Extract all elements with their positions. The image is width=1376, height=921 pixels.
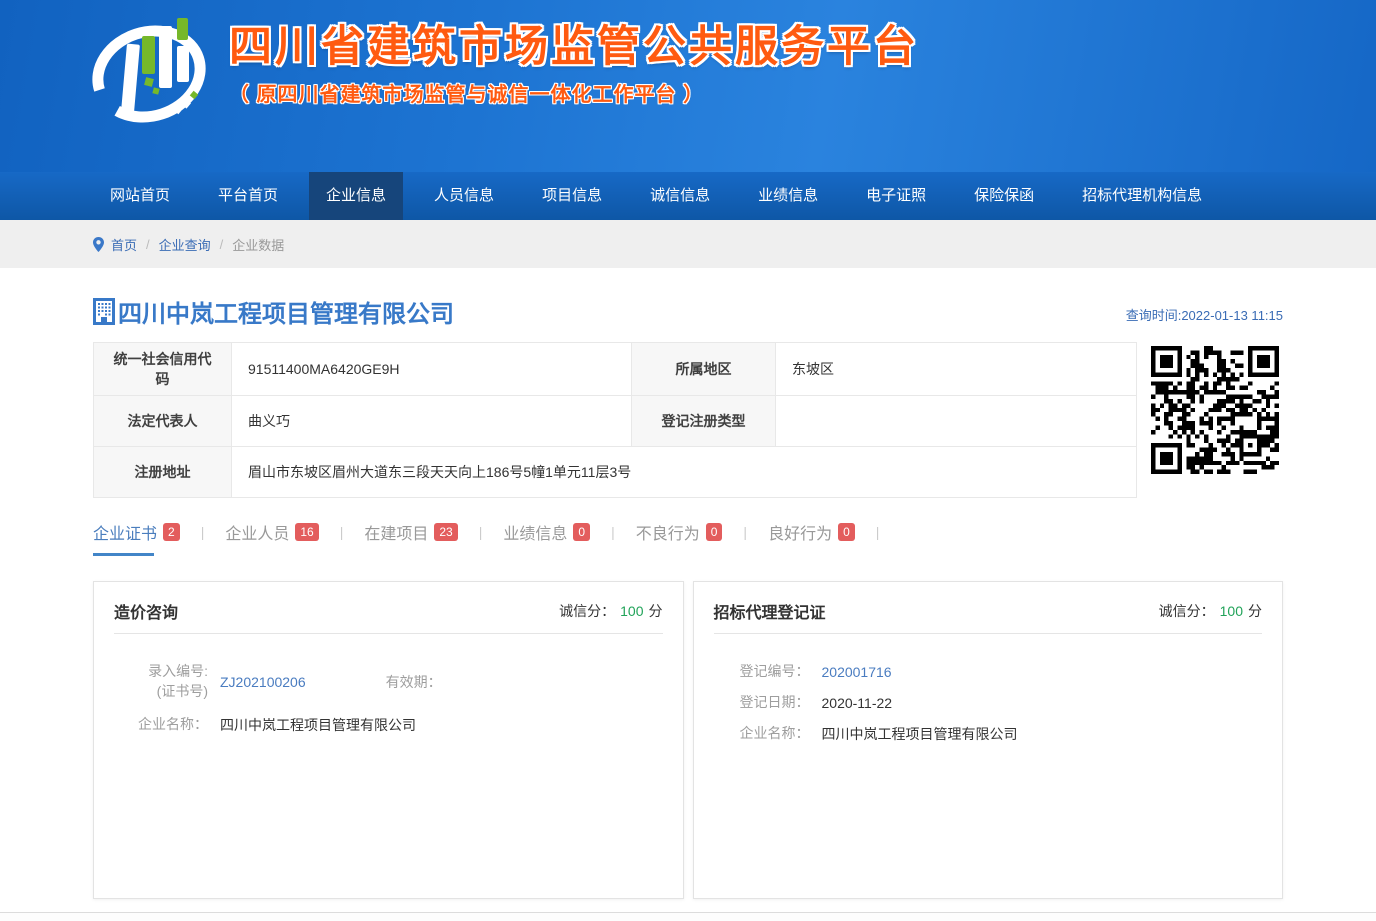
tab-count-badge: 0 (706, 523, 723, 541)
table-row: 法定代表人 曲义巧 登记注册类型 (94, 396, 1137, 447)
tab-count-badge: 2 (163, 523, 180, 541)
tab-count-badge: 23 (434, 523, 457, 541)
nav-item-platform-home[interactable]: 平台首页 (201, 172, 295, 220)
tab-separator: | (201, 524, 205, 552)
breadcrumb-separator: / (146, 237, 150, 252)
location-pin-icon (93, 237, 104, 252)
nav-item-home[interactable]: 网站首页 (93, 172, 187, 220)
tab-enterprise-personnel[interactable]: 企业人员 16 (225, 520, 318, 556)
nav-item-bidding-agency-info[interactable]: 招标代理机构信息 (1065, 172, 1219, 220)
tab-projects-under-construction[interactable]: 在建项目 23 (364, 520, 457, 556)
tab-bad-behavior[interactable]: 不良行为 0 (636, 520, 723, 556)
footer-divider (0, 912, 1376, 921)
info-label: 统一社会信用代码 (94, 343, 232, 396)
nav-item-enterprise-info[interactable]: 企业信息 (309, 172, 403, 220)
tab-performance-info[interactable]: 业绩信息 0 (503, 520, 590, 556)
certificate-card-bidding-agency: 招标代理登记证 诚信分：100分 登记编号： 202001716 登记日期： 2… (693, 581, 1284, 899)
info-label: 登记注册类型 (632, 396, 776, 447)
info-value: 91511400MA6420GE9H (232, 343, 632, 396)
info-value: 东坡区 (776, 343, 1137, 396)
tab-good-behavior[interactable]: 良好行为 0 (768, 520, 855, 556)
main-content: 四川中岚工程项目管理有限公司 查询时间:2022-01-13 11:15 统一社… (93, 294, 1283, 899)
certificate-card-cost-consulting: 造价咨询 诚信分：100分 录入编号: (证书号) ZJ202100206 有效… (93, 581, 684, 899)
tab-separator: | (743, 524, 747, 552)
info-label: 注册地址 (94, 447, 232, 498)
credit-score-value: 100 (1220, 603, 1243, 619)
tab-separator: | (876, 524, 880, 552)
info-value (776, 396, 1137, 447)
certificate-number-link[interactable]: ZJ202100206 (220, 674, 306, 690)
certificate-cards: 造价咨询 诚信分：100分 录入编号: (证书号) ZJ202100206 有效… (93, 581, 1283, 899)
credit-score: 诚信分：100分 (559, 601, 662, 621)
building-icon (93, 298, 115, 325)
breadcrumb-enterprise-search-link[interactable]: 企业查询 (159, 235, 211, 254)
card-title: 招标代理登记证 (714, 599, 826, 623)
field-value: 四川中岚工程项目管理有限公司 (220, 715, 416, 735)
breadcrumb: 首页 / 企业查询 / 企业数据 (93, 220, 1283, 268)
main-nav: 网站首页 平台首页 企业信息 人员信息 项目信息 诚信信息 业绩信息 电子证照 … (0, 172, 1376, 220)
breadcrumb-separator: / (220, 237, 224, 252)
company-info-table: 统一社会信用代码 91511400MA6420GE9H 所属地区 东坡区 法定代… (93, 342, 1137, 498)
qr-code (1147, 342, 1283, 478)
nav-item-e-certificate[interactable]: 电子证照 (849, 172, 943, 220)
tab-separator: | (479, 524, 483, 552)
field-label: 录入编号: (证书号) (118, 662, 208, 701)
tab-separator: | (611, 524, 615, 552)
table-row: 统一社会信用代码 91511400MA6420GE9H 所属地区 东坡区 (94, 343, 1137, 396)
field-label: 企业名称： (118, 715, 208, 735)
nav-item-personnel-info[interactable]: 人员信息 (417, 172, 511, 220)
site-title: 四川省建筑市场监管公共服务平台 (229, 24, 919, 71)
tab-count-badge: 0 (838, 523, 855, 541)
info-value: 眉山市东坡区眉州大道东三段天天向上186号5幢1单元11层3号 (232, 447, 1137, 498)
tab-count-badge: 0 (573, 523, 590, 541)
credit-score: 诚信分：100分 (1159, 601, 1262, 621)
info-value: 曲义巧 (232, 396, 632, 447)
info-label: 所属地区 (632, 343, 776, 396)
tabs-row: 企业证书 2 | 企业人员 16 | 在建项目 23 | 业绩信息 0 | 不良… (93, 520, 1283, 556)
company-name-heading: 四川中岚工程项目管理有限公司 (93, 294, 454, 329)
nav-item-insurance-guarantee[interactable]: 保险保函 (957, 172, 1051, 220)
query-time: 查询时间:2022-01-13 11:15 (1126, 305, 1283, 329)
field-value: 四川中岚工程项目管理有限公司 (822, 724, 1018, 744)
nav-item-project-info[interactable]: 项目信息 (525, 172, 619, 220)
card-title: 造价咨询 (114, 599, 178, 623)
company-name-text: 四川中岚工程项目管理有限公司 (118, 294, 454, 329)
field-value: 2020-11-22 (822, 695, 893, 711)
field-label: 登记编号： (718, 662, 810, 682)
field-label: 登记日期： (718, 693, 810, 713)
info-label: 法定代表人 (94, 396, 232, 447)
field-label: 有效期： (386, 672, 442, 692)
breadcrumb-home-link[interactable]: 首页 (111, 235, 137, 254)
site-header: 四川省建筑市场监管公共服务平台 （ 原四川省建筑市场监管与诚信一体化工作平台 ） (0, 0, 1376, 172)
breadcrumb-bar: 首页 / 企业查询 / 企业数据 (0, 220, 1376, 268)
tab-enterprise-certificates[interactable]: 企业证书 2 (93, 520, 180, 556)
site-subtitle: （ 原四川省建筑市场监管与诚信一体化工作平台 ） (229, 78, 919, 107)
credit-score-value: 100 (620, 603, 643, 619)
nav-item-performance-info[interactable]: 业绩信息 (741, 172, 835, 220)
registration-number-link[interactable]: 202001716 (822, 664, 892, 680)
table-row: 注册地址 眉山市东坡区眉州大道东三段天天向上186号5幢1单元11层3号 (94, 447, 1137, 498)
field-label: 企业名称： (718, 724, 810, 744)
nav-item-credit-info[interactable]: 诚信信息 (633, 172, 727, 220)
tab-separator: | (340, 524, 344, 552)
breadcrumb-current: 企业数据 (232, 235, 284, 254)
tab-count-badge: 16 (295, 523, 318, 541)
site-logo-icon (87, 12, 215, 130)
